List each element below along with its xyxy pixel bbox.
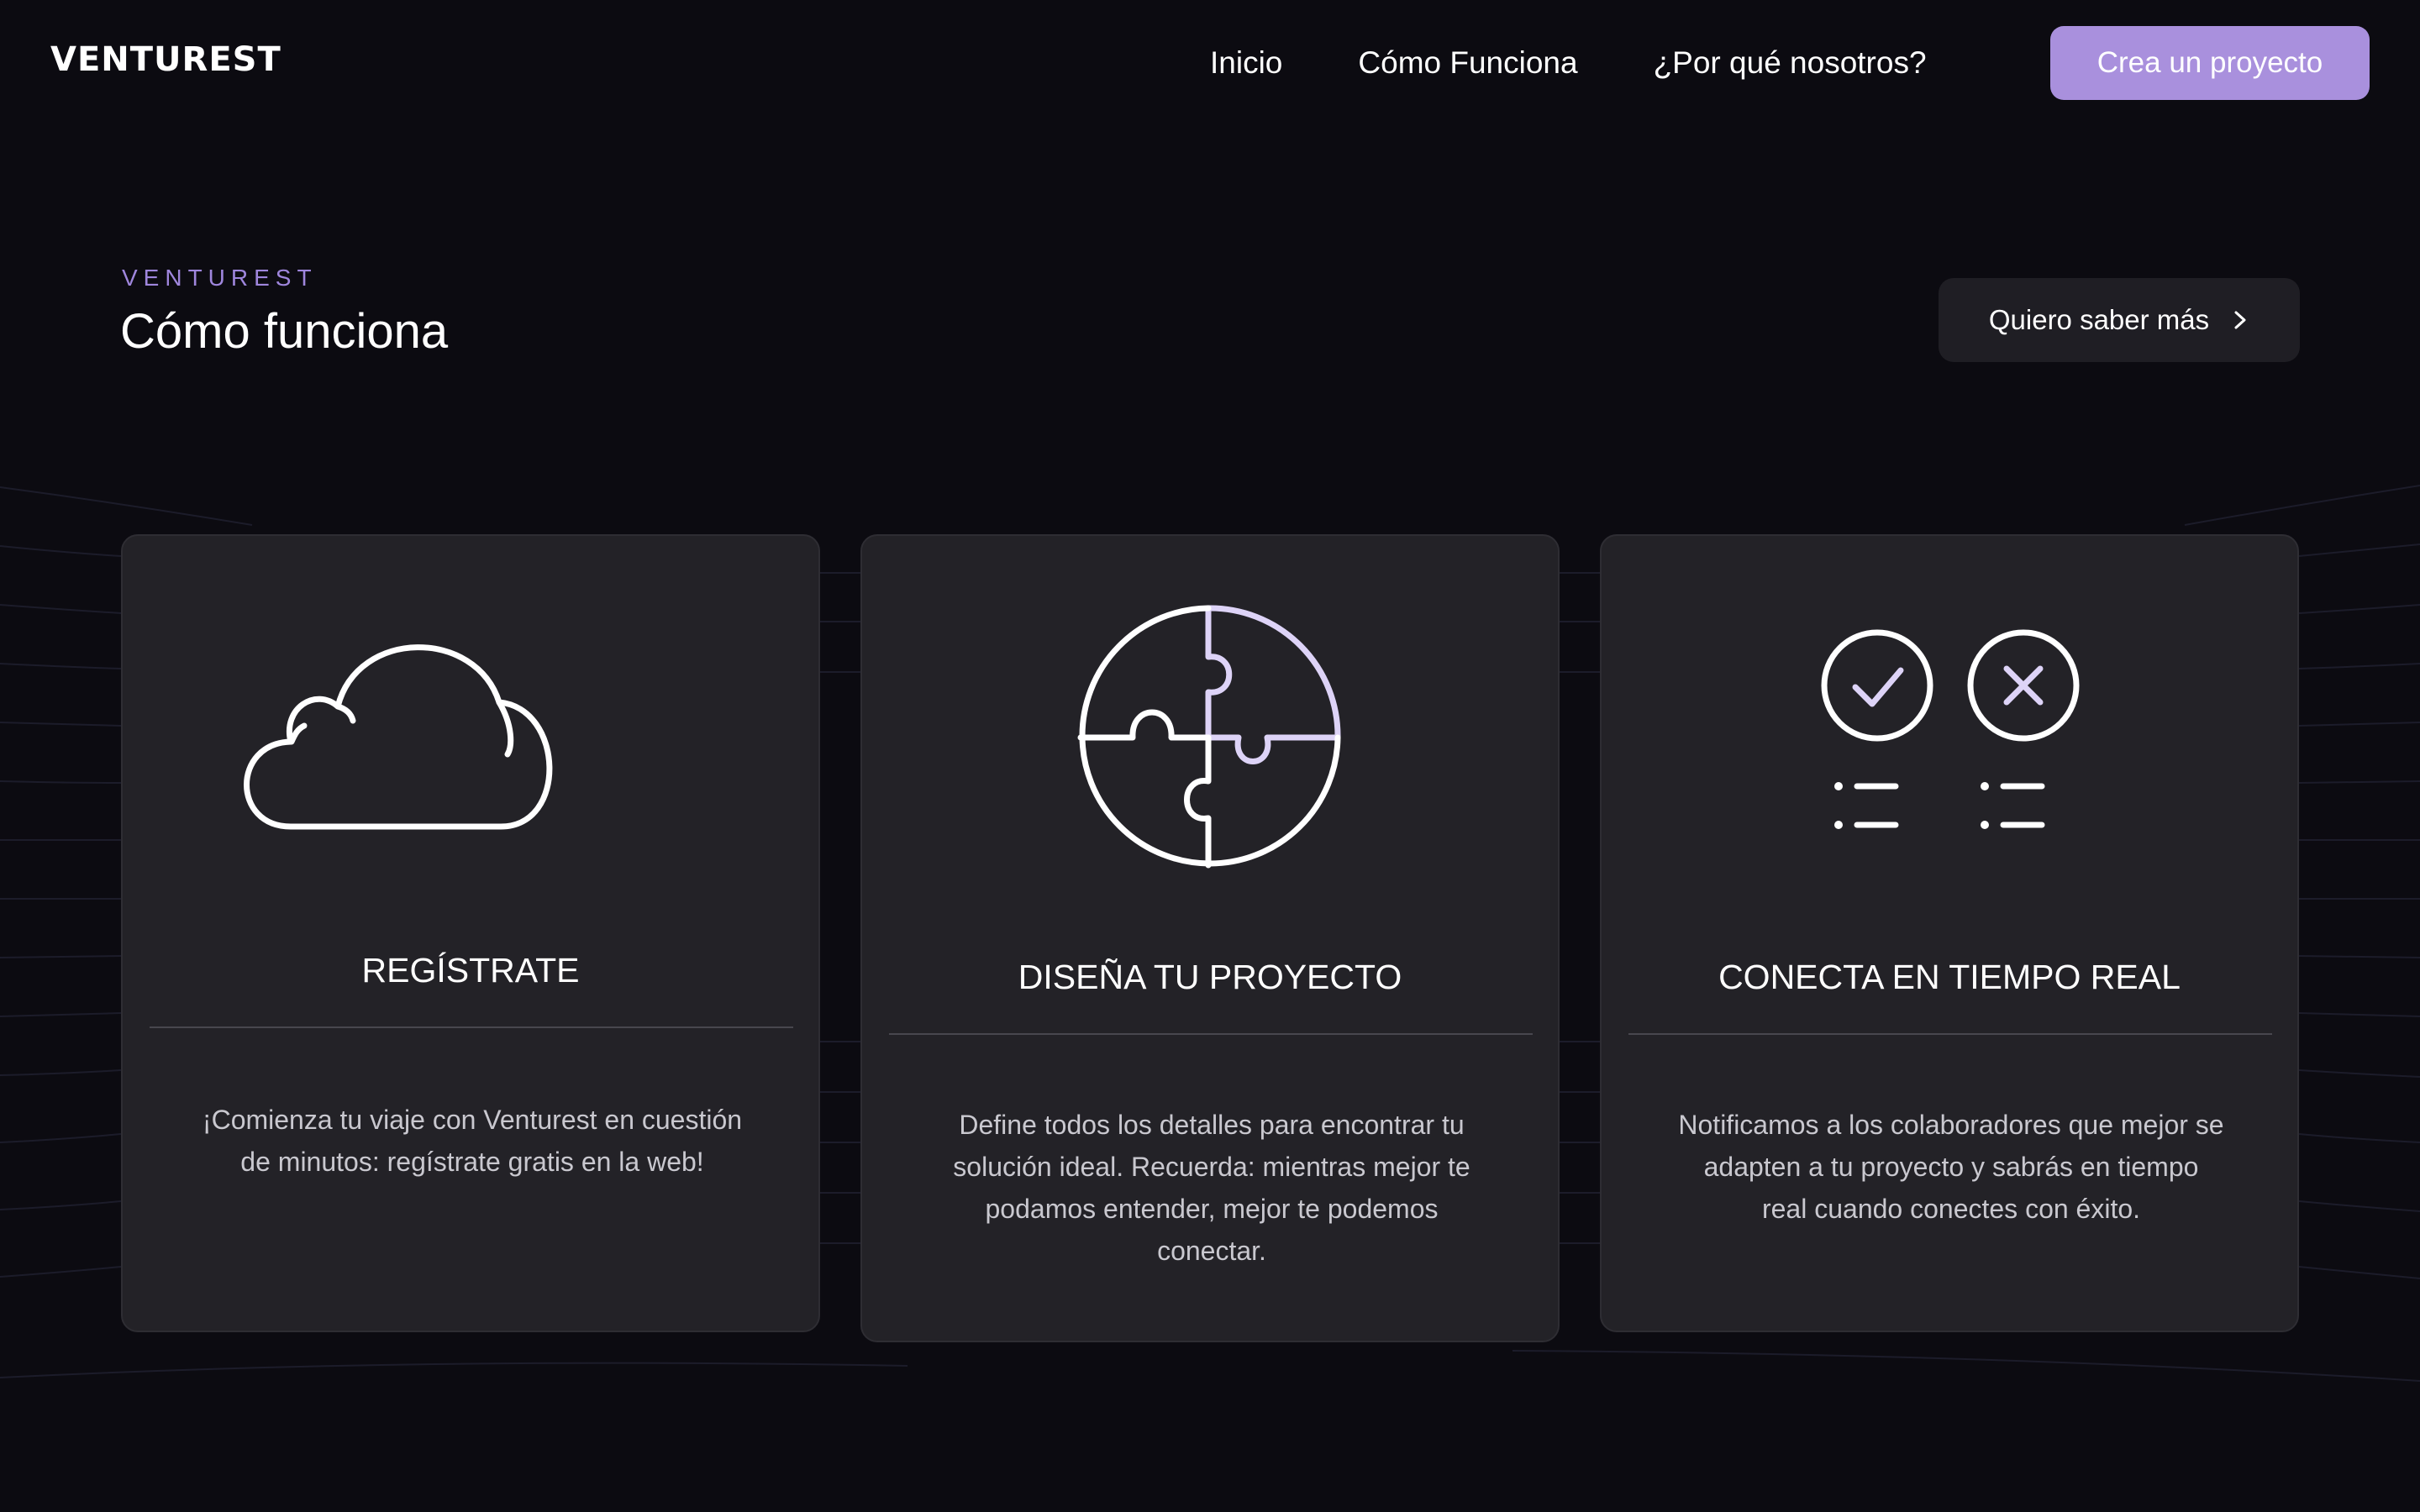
card-text-connect: Notificamos a los colaboradores que mejo… [1652, 1104, 2250, 1230]
section-eyebrow: VENTUREST [122, 265, 318, 291]
card-text-design: Define todos los detalles para encontrar… [913, 1104, 1511, 1272]
card-text-line: solución ideal. Recuerda: mientras mejor… [953, 1152, 1470, 1182]
chevron-right-icon [2234, 311, 2246, 329]
top-nav: VENTUREST Inicio Cómo Funciona ¿Por qué … [0, 0, 2420, 126]
logo[interactable]: VENTUREST [50, 39, 281, 81]
card-text-line: Define todos los detalles para encontrar… [959, 1110, 1465, 1140]
card-text-register: ¡Comienza tu viaje con Venturest en cues… [173, 1099, 771, 1183]
card-text-line: Notificamos a los colaboradores que mejo… [1678, 1110, 2224, 1140]
card-text-line: conectar. [1157, 1236, 1266, 1266]
learn-more-button[interactable]: Quiero saber más [1939, 278, 2300, 362]
card-text-line: podamos entender, mejor te podemos [985, 1194, 1439, 1224]
card-text-line: ¡Comienza tu viaje con Venturest en cues… [202, 1105, 743, 1135]
section-title: Cómo funciona [120, 304, 449, 359]
step-card-design: DISEÑA TU PROYECTO Define todos los deta… [860, 534, 1560, 1342]
nav-link-como-funciona[interactable]: Cómo Funciona [1358, 42, 1577, 84]
card-divider [889, 1033, 1533, 1035]
learn-more-label: Quiero saber más [1988, 304, 2210, 335]
card-title-connect: CONECTA EN TIEMPO REAL [1718, 958, 2181, 996]
cloud-icon [244, 644, 553, 830]
create-project-button[interactable]: Crea un proyecto [2050, 26, 2370, 100]
card-text-line: de minutos: regístrate gratis en la web! [240, 1147, 704, 1177]
nav-link-por-que-nosotros[interactable]: ¿Por qué nosotros? [1654, 42, 1927, 84]
card-divider [150, 1026, 793, 1028]
step-card-register: REGÍSTRATE ¡Comienza tu viaje con Ventur… [121, 534, 820, 1332]
card-text-line: adapten a tu proyecto y sabrás en tiempo [1703, 1152, 2199, 1182]
card-divider [1628, 1033, 2272, 1035]
check-cross-list-icon [1821, 629, 2080, 829]
card-text-line: real cuando conectes con éxito. [1761, 1194, 2141, 1224]
card-title-register: REGÍSTRATE [361, 951, 580, 990]
page: VENTUREST Inicio Cómo Funciona ¿Por qué … [0, 0, 2420, 1512]
step-card-connect: CONECTA EN TIEMPO REAL Notificamos a los… [1600, 534, 2299, 1332]
puzzle-icon [1077, 605, 1341, 869]
nav-link-inicio[interactable]: Inicio [1210, 42, 1282, 84]
card-title-design: DISEÑA TU PROYECTO [1018, 958, 1402, 996]
nav-links: Inicio Cómo Funciona ¿Por qué nosotros? [1210, 42, 1927, 84]
